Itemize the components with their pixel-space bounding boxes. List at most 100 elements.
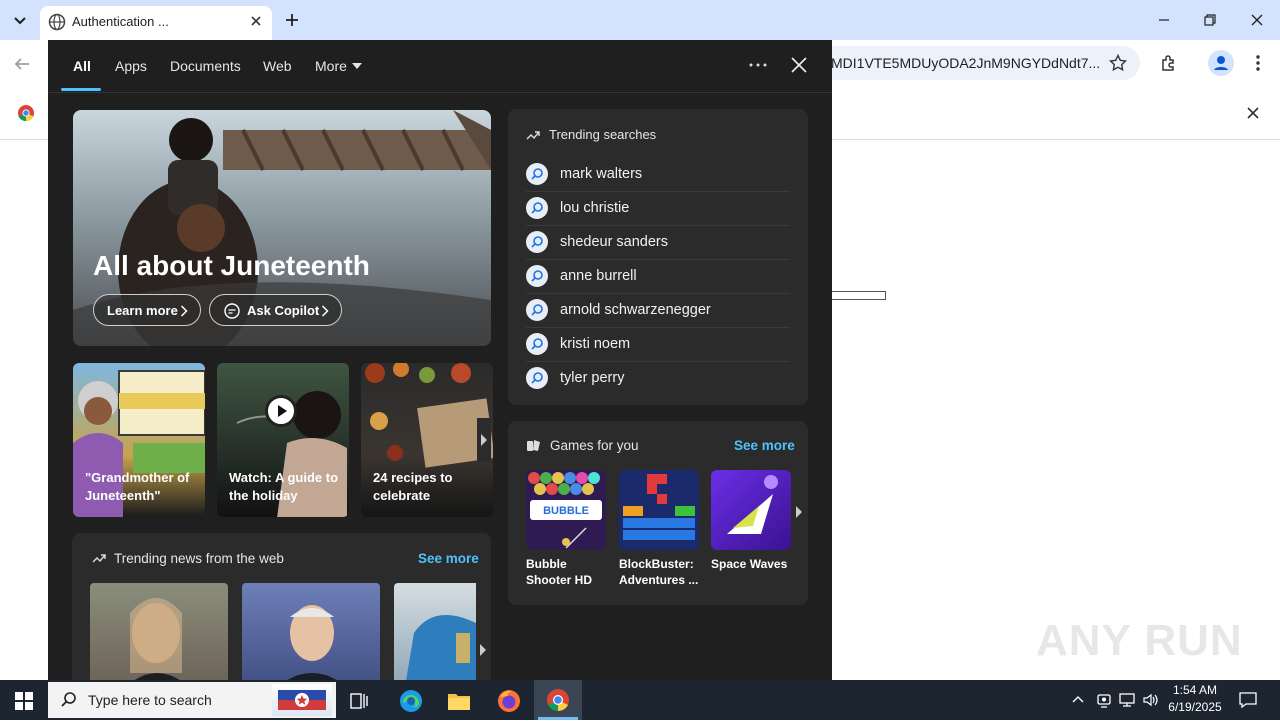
address-text: MDI1VTE5MDUyODA2JnM9NGYDdNdt7... [831, 55, 1101, 71]
game-name: BlockBuster: Adventures ... [619, 557, 699, 587]
tile-caption: "Grandmother of Juneteenth" [85, 470, 190, 503]
learn-more-label: Learn more [107, 303, 178, 318]
games-next-button[interactable] [792, 492, 806, 532]
bookmark-star-icon[interactable] [1108, 53, 1128, 78]
bubble-shooter-art: BUBBLE [528, 472, 602, 549]
chevron-down-icon [14, 17, 26, 25]
search-highlight-image [272, 684, 332, 716]
learn-more-button[interactable]: Learn more [93, 294, 201, 326]
search-icon [526, 231, 548, 253]
person-icon [1214, 56, 1228, 70]
meet-now-icon[interactable] [1095, 691, 1113, 709]
close-window-button[interactable] [1245, 8, 1269, 32]
volume-icon[interactable] [1142, 691, 1160, 709]
network-icon[interactable] [1118, 691, 1136, 709]
story-tile-guide[interactable]: Watch: A guide to the holiday [217, 363, 349, 517]
tab-close-icon[interactable] [246, 11, 266, 31]
menu-button[interactable] [1248, 52, 1268, 74]
new-tab-button[interactable] [280, 8, 304, 32]
tab-apps[interactable]: Apps [115, 58, 147, 74]
ask-copilot-button[interactable]: Ask Copilot [209, 294, 342, 326]
tab-all[interactable]: All [73, 58, 91, 74]
trending-text: arnold schwarzenegger [560, 302, 711, 318]
show-hidden-icons-button[interactable] [1070, 692, 1086, 708]
search-icon [526, 333, 548, 355]
search-flyout: All Apps Documents Web More All about Ju… [48, 40, 832, 680]
game-blockbuster[interactable]: BlockBuster: Adventures ... [619, 470, 699, 588]
games-see-more-link[interactable]: See more [734, 438, 795, 453]
close-icon[interactable] [790, 56, 808, 74]
news-heading: Trending news from the web [114, 551, 284, 566]
game-space-waves[interactable]: Space Waves [711, 470, 791, 572]
nav-divider [48, 92, 832, 93]
tile-caption: 24 recipes to celebrate [373, 470, 453, 503]
watermark-text: ANY RUN [1036, 616, 1243, 665]
restore-button[interactable] [1198, 8, 1222, 32]
trending-item[interactable]: mark walters [526, 158, 790, 192]
news-thumb[interactable] [394, 583, 476, 680]
profile-button[interactable] [1208, 50, 1234, 76]
play-button[interactable] [265, 395, 297, 427]
minimize-button[interactable] [1152, 8, 1176, 32]
file-explorer-taskbar-button[interactable] [446, 689, 472, 713]
trending-arrow-icon [92, 554, 106, 563]
clock[interactable]: 1:54 AM 6/19/2025 [1162, 682, 1228, 718]
start-button[interactable] [0, 680, 48, 720]
news-see-more-link[interactable]: See more [418, 551, 479, 566]
game-bubble-shooter[interactable]: BUBBLE Bubble Shooter HD [526, 470, 606, 588]
chevron-right-icon [321, 305, 329, 317]
tab-web[interactable]: Web [263, 58, 292, 74]
back-button[interactable] [10, 52, 34, 76]
trending-item[interactable]: anne burrell [526, 260, 790, 294]
trending-text: anne burrell [560, 268, 637, 284]
browser-tab[interactable]: Authentication ... [40, 6, 272, 40]
tab-more[interactable]: More [315, 58, 347, 74]
trending-item[interactable]: shedeur sanders [526, 226, 790, 260]
news-image-man [287, 605, 337, 680]
news-thumb[interactable] [90, 583, 228, 680]
copilot-chat-icon [224, 303, 240, 319]
caret-down-icon [352, 63, 362, 69]
tile-caption: Watch: A guide to the holiday [229, 470, 339, 503]
tab-all-indicator [61, 88, 101, 91]
text-input-box[interactable] [830, 291, 886, 300]
taskbar-search-box[interactable]: Type here to search [48, 682, 336, 718]
chrome-taskbar-button[interactable] [534, 680, 582, 720]
hero-title: All about Juneteenth [93, 250, 370, 281]
tab-documents[interactable]: Documents [170, 58, 241, 74]
clock-time: 1:54 AM [1172, 683, 1218, 697]
trending-heading: Trending searches [549, 127, 657, 142]
edge-taskbar-button[interactable] [398, 688, 424, 714]
trending-item[interactable]: kristi noem [526, 328, 790, 362]
trending-text: kristi noem [560, 336, 631, 352]
infobar-close-icon[interactable] [1244, 104, 1262, 127]
news-next-button[interactable] [476, 628, 490, 672]
trending-item[interactable]: lou christie [526, 192, 790, 226]
extensions-button[interactable] [1158, 52, 1180, 74]
plus-icon [286, 14, 298, 26]
story-tile-recipes[interactable]: 24 recipes to celebrate [361, 363, 493, 517]
task-view-button[interactable] [348, 690, 370, 712]
trending-item[interactable]: arnold schwarzenegger [526, 294, 790, 328]
game-thumbnail [619, 470, 699, 550]
search-icon [526, 367, 548, 389]
news-image-woman [130, 598, 182, 680]
tab-title: Authentication ... [72, 14, 169, 29]
tab-search-button[interactable] [8, 8, 32, 32]
address-bar[interactable]: MDI1VTE5MDUyODA2JnM9NGYDdNdt7... [800, 46, 1140, 80]
notifications-button[interactable] [1238, 690, 1258, 710]
network-icon-glyph [1119, 693, 1135, 707]
blockbuster-art [623, 474, 695, 540]
story-tile-grandmother[interactable]: "Grandmother of Juneteenth" [73, 363, 205, 517]
tiles-next-button[interactable] [477, 418, 491, 462]
trending-arrow-icon [526, 131, 540, 140]
chrome-icon [547, 689, 569, 712]
firefox-taskbar-button[interactable] [496, 688, 522, 714]
svg-text:BUBBLE: BUBBLE [543, 505, 589, 517]
trending-searches-card: Trending searches mark walters lou chris… [508, 109, 808, 405]
watermark: ANY RUN [1036, 604, 1242, 674]
space-waves-art [727, 475, 778, 534]
news-thumb[interactable] [242, 583, 380, 680]
more-options-icon[interactable] [748, 62, 768, 68]
trending-item[interactable]: tyler perry [526, 362, 790, 396]
